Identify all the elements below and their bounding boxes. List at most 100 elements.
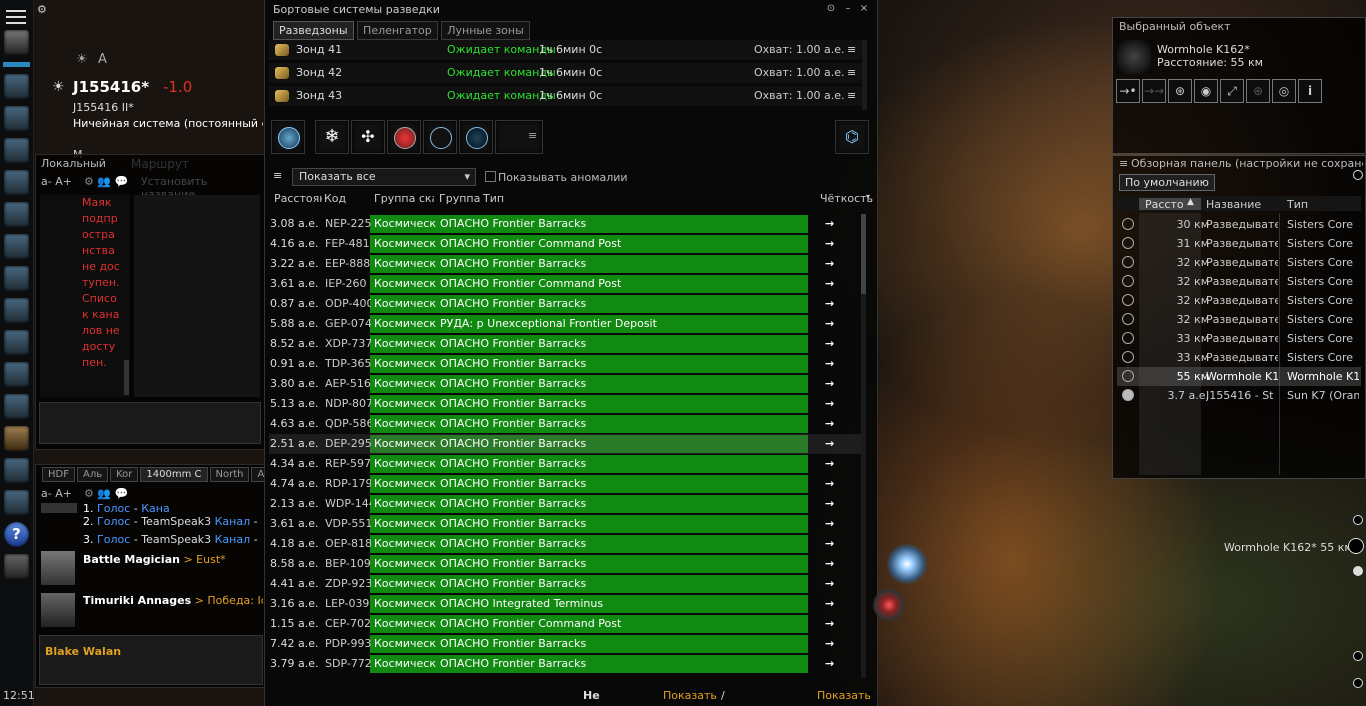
overview-menu-icon[interactable]: ≡ <box>1119 157 1128 170</box>
channel-link[interactable]: Кана <box>141 502 169 512</box>
table-row[interactable]: 8.58 а.е. BEP-109Космическая ОПАСНО Fronti… <box>269 554 861 574</box>
tab-default[interactable]: По умолчанию <box>1119 174 1215 191</box>
window-resize-icon[interactable] <box>1353 170 1363 180</box>
chat-tab[interactable]: Аль <box>76 467 109 482</box>
probe-menu-icon[interactable]: ≡ <box>847 66 856 79</box>
warp-to-icon[interactable]: → <box>825 637 834 650</box>
probe-menu-icon[interactable]: ≡ <box>847 43 856 56</box>
chat-input[interactable]: Blake Walan <box>39 635 263 685</box>
results-scroll-thumb[interactable] <box>861 214 866 294</box>
col-distance[interactable]: Рассто <box>1145 198 1184 211</box>
overview-row[interactable]: 3.7 а.е. J155416 - St Sun K7 (Oran <box>1117 386 1361 405</box>
corporation-icon[interactable] <box>4 298 29 323</box>
warp-to-icon[interactable]: → <box>825 517 834 530</box>
chat-tab-active[interactable]: 1400mm C <box>140 467 208 482</box>
show-link[interactable]: Показать <box>663 689 717 702</box>
table-row[interactable]: 2.13 а.е. WDP-144Космическая ОПАСНО Fronti… <box>269 494 861 514</box>
table-row[interactable]: 3.80 а.е. AEP-516Космическая ОПАСНО Fronti… <box>269 374 861 394</box>
table-row[interactable]: 4.16 а.е. FEP-481 Космическая ОПАСНО Fronti… <box>269 234 861 254</box>
chat-scrollbar[interactable] <box>124 360 129 395</box>
sender-name[interactable]: Timuriki Annages <box>83 594 191 607</box>
table-row[interactable]: 0.91 а.е. TDP-365Космическая ОПАСНО Fronti… <box>269 354 861 374</box>
navigation-icon[interactable] <box>4 362 29 387</box>
table-row[interactable]: 4.34 а.е. REP-597Космическая ОПАСНО Fronti… <box>269 454 861 474</box>
approach-icon[interactable]: →• <box>1116 79 1140 103</box>
tab-moon-scanner[interactable]: Лунные зоны <box>441 21 530 40</box>
warp-to-icon[interactable]: → <box>825 397 834 410</box>
col-type[interactable]: Тип <box>1287 198 1308 211</box>
table-row[interactable]: 3.79 а.е. SDP-772Космическая ОПАСНО Fronti… <box>269 654 861 674</box>
window-settings-icon[interactable]: ⊙ <box>825 3 837 15</box>
cargo-icon[interactable] <box>4 458 29 483</box>
probe-menu-icon[interactable]: ≡ <box>847 89 856 102</box>
journal-icon[interactable] <box>4 426 29 451</box>
warp-to-icon[interactable]: → <box>825 437 834 450</box>
minimize-icon[interactable]: – <box>842 3 854 15</box>
channel-link[interactable]: Голос <box>97 515 130 528</box>
table-row[interactable]: 1.15 а.е. CEP-702Космическая ОПАСНО Fronti… <box>269 614 861 634</box>
chat-settings-icon[interactable]: ⚙ 👥 💬 <box>84 487 128 500</box>
channel-link[interactable]: Голос <box>97 502 130 512</box>
station-icon[interactable] <box>4 554 29 579</box>
warp-to-icon[interactable]: → <box>825 237 834 250</box>
warp-to-icon[interactable]: → <box>825 477 834 490</box>
warp-to-icon[interactable]: → <box>825 277 834 290</box>
channel-link[interactable]: Канал <box>215 533 251 546</box>
settings-icon[interactable]: ⚙ <box>37 3 47 16</box>
orbit-icon[interactable]: ◉ <box>1194 79 1218 103</box>
overview-row[interactable]: 31 км Разведывате Sisters Core <box>1117 234 1361 253</box>
neocom-menu-icon[interactable] <box>6 10 26 28</box>
warp-to-icon[interactable]: → <box>825 317 834 330</box>
people-icon[interactable] <box>4 170 29 195</box>
ship-bracket-icon[interactable] <box>886 543 928 585</box>
avatar[interactable] <box>41 551 75 585</box>
character-sheet-icon[interactable] <box>4 74 29 99</box>
probe-row[interactable]: Зонд 43 Ожидает команды 1ч 6мин 0с Охват: 1… <box>269 86 863 106</box>
chat-input[interactable] <box>39 402 261 444</box>
overview-row[interactable]: 32 км Разведывате Sisters Core <box>1117 291 1361 310</box>
table-row[interactable]: 3.08 а.е. NEP-225Космическая ОПАСНО Fronti… <box>269 214 861 234</box>
warp-to-icon[interactable]: → <box>825 257 834 270</box>
col-type[interactable]: Тип <box>483 192 504 205</box>
table-row[interactable]: 3.16 а.е. LEP-039 Космическая ОПАСНО Integr… <box>269 594 861 614</box>
overview-row[interactable]: 32 км Разведывате Sisters Core <box>1117 272 1361 291</box>
mail-icon[interactable] <box>4 138 29 163</box>
region-name[interactable]: Ничейная система (постоянный ст <box>73 117 263 130</box>
warp-to-icon[interactable]: → <box>825 537 834 550</box>
look-at-icon[interactable]: ◎ <box>1272 79 1296 103</box>
table-row[interactable]: 2.51 а.е. DEP-295Космическая ОПАСНО Fronti… <box>269 434 861 454</box>
structure-bracket-icon[interactable] <box>872 588 906 622</box>
warp-to-icon[interactable]: → <box>825 617 834 630</box>
table-row[interactable]: 4.74 а.е. RDP-179Космическая ОПАСНО Fronti… <box>269 474 861 494</box>
scanner-icon[interactable] <box>4 394 29 419</box>
contacts-icon[interactable] <box>4 490 29 515</box>
destroy-probes-icon[interactable] <box>459 120 493 154</box>
warp-to-icon[interactable]: → <box>825 577 834 590</box>
table-row[interactable]: 4.41 а.е. ZDP-923Космическая ОПАСНО Fronti… <box>269 574 861 594</box>
overview-row[interactable]: 32 км Разведывате Sisters Core <box>1117 310 1361 329</box>
map-view-icon[interactable]: ⌬ <box>835 120 869 154</box>
overview-row[interactable]: 33 км Разведывате Sisters Core <box>1117 329 1361 348</box>
chat-settings-icon[interactable]: ⚙ 👥 💬 <box>84 175 128 188</box>
font-size-controls[interactable]: a- A+ <box>41 487 72 500</box>
table-row[interactable]: 3.22 а.е. EEP-888Космическая ОПАСНО Fronti… <box>269 254 861 274</box>
window-resize-icon[interactable] <box>1353 678 1363 688</box>
font-size-controls[interactable]: a- A+ <box>41 175 72 188</box>
tab-probe-scanner[interactable]: Разведзоны <box>273 21 354 40</box>
window-resize-icon[interactable] <box>1353 651 1363 661</box>
warp-to-icon[interactable]: → <box>825 457 834 470</box>
tab-directional-scanner[interactable]: Пеленгатор <box>357 21 438 40</box>
warp-to-icon[interactable]: → <box>825 557 834 570</box>
help-icon[interactable]: ? <box>4 522 29 547</box>
lock-target-icon[interactable]: ⊕ <box>1246 79 1270 103</box>
channel-link[interactable]: Голос <box>97 533 130 546</box>
overview-row[interactable]: 55 км Wormhole K1 Wormhole K1 <box>1117 367 1361 386</box>
pinpoint-formation-icon[interactable]: ✣ <box>351 120 385 154</box>
recover-probes-icon[interactable] <box>387 120 421 154</box>
close-icon[interactable]: × <box>858 3 870 15</box>
window-resize-icon[interactable] <box>1353 566 1363 576</box>
show-link[interactable]: Показать <box>817 689 871 702</box>
character-portrait[interactable] <box>4 30 29 55</box>
table-row[interactable]: 0.87 а.е. ODP-400Космическая ОПАСНО Fronti… <box>269 294 861 314</box>
warp-to-icon[interactable]: → <box>825 377 834 390</box>
